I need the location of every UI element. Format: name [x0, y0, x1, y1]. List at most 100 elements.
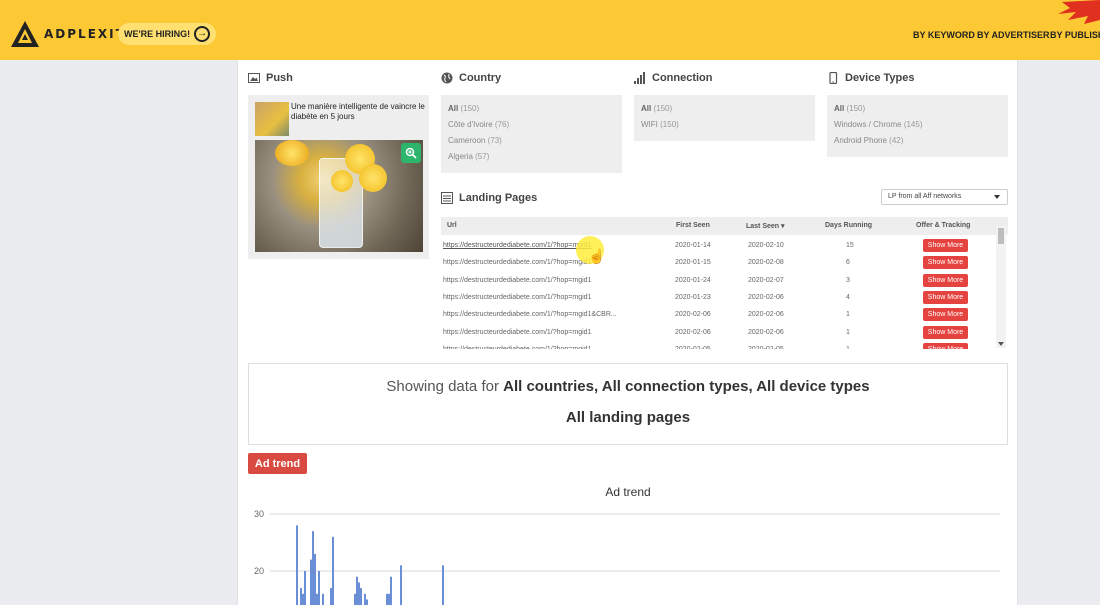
- chart-bar: [332, 536, 334, 605]
- days-running-cell: 6: [846, 259, 850, 267]
- chart-bar: [330, 588, 332, 605]
- lp-url-link[interactable]: https://destructeurdediabete.com/1/?hop=…: [443, 294, 591, 301]
- country-section-title: Country: [441, 72, 501, 84]
- country-option-cameroon[interactable]: Cameroon (73): [448, 133, 615, 149]
- lp-url-link[interactable]: https://destructeurdediabete.com/1/?hop=…: [443, 346, 591, 349]
- scroll-down-icon[interactable]: [998, 342, 1004, 346]
- first-seen-cell: 2020-01-23: [675, 293, 711, 301]
- col-days-running[interactable]: Days Running: [825, 222, 872, 229]
- lp-url-link[interactable]: https://destructeurdediabete.com/1/?hop=…: [443, 329, 591, 336]
- lp-url-link[interactable]: https://destructeurdediabete.com/1/?hop=…: [443, 311, 617, 318]
- country-option-cote-divoire[interactable]: Côte d'Ivoire (76): [448, 117, 615, 133]
- logo-mark-icon: [11, 21, 39, 47]
- first-seen-cell: 2020-02-06: [675, 311, 711, 319]
- device-option-android-phone[interactable]: Android Phone (42): [834, 133, 1001, 149]
- push-ad-card: Une manière intelligente de vaincre le d…: [248, 95, 429, 259]
- chart-bar: [364, 593, 366, 605]
- table-scrollbar[interactable]: [996, 226, 1006, 348]
- country-option-algeria[interactable]: Algeria (57): [448, 149, 615, 165]
- chart-bar: [358, 582, 360, 605]
- show-more-button[interactable]: Show More: [923, 325, 968, 339]
- device-option-windows-chrome[interactable]: Windows / Chrome (145): [834, 117, 1001, 133]
- country-option-all[interactable]: All (150): [448, 101, 615, 117]
- summary-line: Showing data for All countries, All conn…: [386, 378, 870, 395]
- lp-url-link[interactable]: https://destructeurdediabete.com/1/?hop=…: [443, 242, 591, 249]
- table-row: https://destructeurdediabete.com/1/?hop=…: [441, 306, 1008, 323]
- show-more-button[interactable]: Show More: [923, 239, 968, 252]
- device-section-title: Device Types: [827, 72, 915, 84]
- chart-bar: [354, 593, 356, 605]
- device-option-all[interactable]: All (150): [834, 101, 1001, 117]
- last-seen-cell: 2020-02-06: [748, 311, 784, 319]
- first-seen-cell: 2020-01-24: [675, 276, 711, 284]
- connection-filter-list: All (150) WIFI (150): [634, 95, 815, 141]
- col-first-seen[interactable]: First Seen: [676, 222, 710, 229]
- ad-trend-button[interactable]: Ad trend: [248, 453, 307, 474]
- show-more-button[interactable]: Show More: [923, 256, 968, 270]
- ad-text: Une manière intelligente de vaincre le d…: [291, 102, 425, 121]
- chart-bar: [442, 565, 444, 605]
- globe-icon: [441, 72, 453, 84]
- chart-bar: [304, 571, 306, 605]
- chart-bar: [316, 593, 318, 605]
- chart-bar: [400, 565, 402, 605]
- scrollbar-thumb[interactable]: [998, 228, 1004, 244]
- first-seen-cell: 2020-01-15: [675, 259, 711, 267]
- col-url[interactable]: Url: [447, 222, 457, 229]
- connection-option-all[interactable]: All (150): [641, 101, 808, 117]
- table-header: Url First Seen Last Seen ▾ Days Running …: [441, 217, 1008, 235]
- chart-bar: [314, 553, 316, 605]
- col-last-seen[interactable]: Last Seen ▾: [746, 222, 785, 230]
- country-filter-list: All (150) Côte d'Ivoire (76) Cameroon (7…: [441, 95, 622, 173]
- chart-bar: [302, 593, 304, 605]
- show-more-button[interactable]: Show More: [923, 308, 968, 322]
- first-seen-cell: 2020-02-06: [675, 328, 711, 336]
- mobile-phone-icon: [829, 72, 838, 84]
- arrow-right-circle-icon: →: [194, 26, 211, 42]
- push-section-title: Push: [248, 72, 293, 84]
- table-row: https://destructeurdediabete.com/1/?hop=…: [441, 324, 1008, 341]
- last-seen-cell: 2020-02-10: [748, 242, 784, 249]
- last-seen-cell: 2020-02-08: [748, 259, 784, 267]
- days-running-cell: 4: [846, 293, 850, 301]
- show-more-button[interactable]: Show More: [923, 342, 968, 349]
- hiring-badge[interactable]: WE'RE HIRING! →: [118, 23, 217, 45]
- chart-bar: [322, 593, 324, 605]
- show-more-button[interactable]: Show More: [923, 273, 968, 287]
- col-offer-tracking: Offer & Tracking: [916, 222, 971, 229]
- landing-section-title: Landing Pages: [441, 192, 537, 204]
- lp-url-link[interactable]: https://destructeurdediabete.com/1/?hop=…: [443, 277, 591, 284]
- summary-filters: All countries, All connection types, All…: [503, 378, 870, 395]
- list-icon: [441, 192, 453, 204]
- chart-bar: [356, 576, 358, 605]
- chart-bar: [300, 588, 302, 605]
- days-running-cell: 3: [846, 276, 850, 284]
- days-running-cell: 1: [846, 346, 850, 349]
- lp-url-link[interactable]: https://destructeurdediabete.com/1/?hop=…: [443, 259, 591, 266]
- show-more-button[interactable]: Show More: [923, 290, 968, 304]
- connection-section-title: Connection: [634, 72, 713, 84]
- chart-bar: [366, 599, 368, 605]
- y-tick-label: 30: [254, 509, 264, 519]
- image-icon: [248, 73, 260, 83]
- first-seen-cell: 2020-01-14: [675, 242, 711, 249]
- nav-by-advertiser[interactable]: BY ADVERTISER: [977, 30, 1050, 40]
- lp-select-value: LP from all Aff networks: [888, 193, 962, 200]
- caret-down-icon: [994, 195, 1000, 199]
- lp-network-select[interactable]: LP from all Aff networks: [881, 189, 1008, 205]
- zoom-in-button[interactable]: [401, 143, 421, 163]
- corner-splash-icon: [1058, 0, 1100, 24]
- chart-bar: [390, 576, 392, 605]
- days-running-cell: 15: [846, 242, 854, 249]
- chart-bar: [310, 559, 312, 605]
- connection-option-wifi[interactable]: WIFI (150): [641, 117, 808, 133]
- table-row: https://destructeurdediabete.com/1/?hop=…: [441, 254, 1008, 271]
- table-row: https://destructeurdediabete.com/1/?hop=…: [441, 272, 1008, 289]
- table-row: https://destructeurdediabete.com/1/?hop=…: [441, 341, 1008, 349]
- landing-title: Landing Pages: [459, 192, 538, 204]
- device-filter-list: All (150) Windows / Chrome (145) Android…: [827, 95, 1008, 157]
- country-title: Country: [459, 72, 502, 84]
- nav-by-keyword[interactable]: BY KEYWORD: [913, 30, 975, 40]
- sort-desc-icon: ▾: [781, 223, 785, 230]
- nav-by-publisher[interactable]: BY PUBLISHER: [1050, 30, 1100, 40]
